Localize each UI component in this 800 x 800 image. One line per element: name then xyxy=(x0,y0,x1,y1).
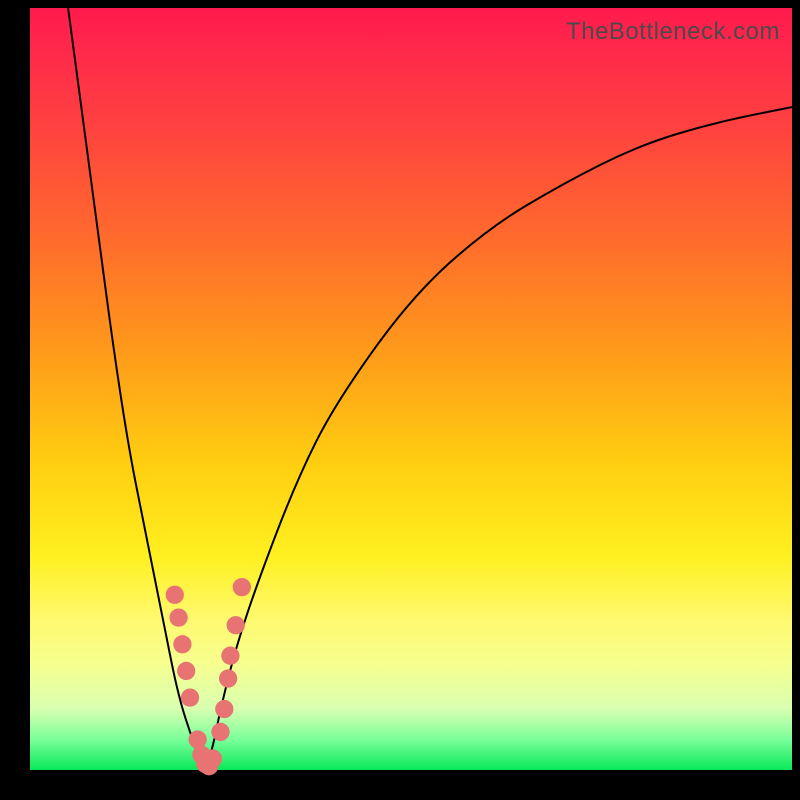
data-marker xyxy=(219,669,237,687)
data-marker xyxy=(227,616,245,634)
data-marker xyxy=(177,662,195,680)
data-marker xyxy=(215,700,233,718)
data-marker xyxy=(173,635,191,653)
curve-right-branch xyxy=(205,107,792,770)
plot-area: TheBottleneck.com xyxy=(30,8,792,770)
curve-left-branch xyxy=(68,8,205,770)
data-marker xyxy=(166,586,184,604)
data-marker xyxy=(169,608,187,626)
data-marker xyxy=(181,688,199,706)
chart-frame: TheBottleneck.com xyxy=(0,0,800,800)
data-marker xyxy=(221,647,239,665)
data-marker xyxy=(188,730,206,748)
data-marker xyxy=(204,749,222,767)
data-marker xyxy=(233,578,251,596)
data-marker xyxy=(211,723,229,741)
bottleneck-curve xyxy=(30,8,792,770)
